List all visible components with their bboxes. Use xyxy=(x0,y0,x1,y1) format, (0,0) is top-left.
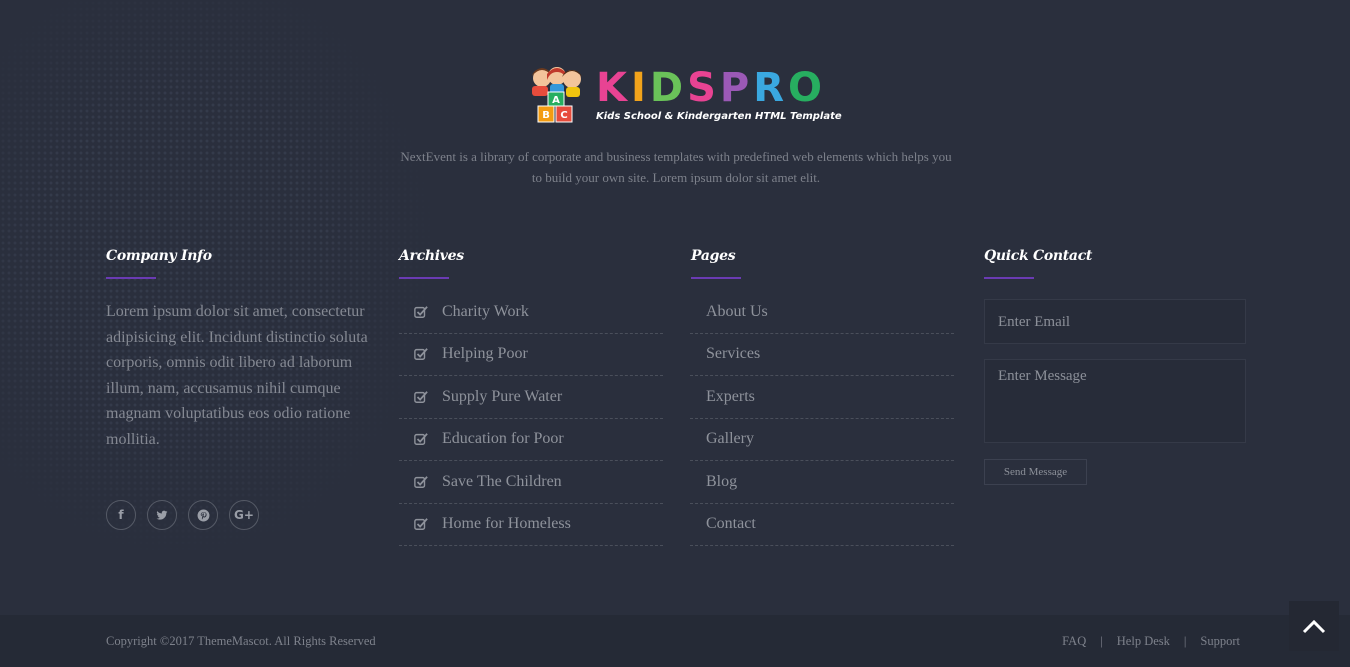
title-underline xyxy=(691,277,741,279)
archive-item-home-for-homeless[interactable]: Home for Homeless xyxy=(399,504,663,546)
svg-text:B: B xyxy=(542,110,550,121)
site-description: NextEvent is a library of corporate and … xyxy=(400,149,952,185)
brand-letter: P xyxy=(719,65,754,111)
support-link[interactable]: Support xyxy=(1200,634,1240,649)
scroll-to-top-button[interactable] xyxy=(1289,601,1339,651)
quick-contact-title: Quick Contact xyxy=(984,248,1093,264)
footer-bottom: Copyright ©2017 ThemeMascot. All Rights … xyxy=(0,615,1350,667)
archive-item-label: Charity Work xyxy=(442,302,529,320)
svg-text:C: C xyxy=(560,110,567,121)
page-link-about-us[interactable]: About Us xyxy=(690,291,954,334)
bottom-links: FAQ | Help Desk | Support xyxy=(1062,634,1240,649)
company-info-text: Lorem ipsum dolor sit amet, consectetur … xyxy=(106,303,368,448)
brand-letter: R xyxy=(753,65,789,111)
chevron-up-icon xyxy=(1302,619,1326,634)
twitter-icon[interactable] xyxy=(147,500,177,530)
help-desk-link[interactable]: Help Desk xyxy=(1117,634,1170,649)
archive-item-label: Save The Children xyxy=(442,472,562,490)
brand-letter: S xyxy=(687,65,720,111)
link-separator: | xyxy=(1100,634,1103,648)
title-underline xyxy=(984,277,1034,279)
brand-letter: D xyxy=(649,65,688,111)
faq-link[interactable]: FAQ xyxy=(1062,634,1086,649)
archive-item-save-the-children[interactable]: Save The Children xyxy=(399,461,663,504)
pinterest-icon[interactable] xyxy=(188,500,218,530)
svg-text:A: A xyxy=(552,95,560,106)
email-field[interactable]: Enter Email xyxy=(984,299,1246,344)
check-square-icon xyxy=(414,518,428,531)
link-separator: | xyxy=(1183,634,1187,648)
send-message-button[interactable]: Send Message xyxy=(984,459,1087,485)
page-link-experts[interactable]: Experts xyxy=(690,376,954,419)
archive-item-charity-work[interactable]: Charity Work xyxy=(399,291,663,334)
page-link-contact[interactable]: Contact xyxy=(690,504,954,546)
archive-item-helping-poor[interactable]: Helping Poor xyxy=(399,334,663,376)
archives-list: Charity Work Helping Poor Supply Pure Wa… xyxy=(399,291,663,546)
archive-item-label: Supply Pure Water xyxy=(442,387,563,405)
brand-name: KIDSPRO xyxy=(596,66,826,110)
google-plus-icon[interactable]: G+ xyxy=(229,500,259,530)
brand-tagline: Kids School & Kindergarten HTML Template xyxy=(596,111,842,122)
message-field[interactable]: Enter Message xyxy=(984,359,1246,443)
facebook-icon[interactable]: f xyxy=(106,500,136,530)
archives-title: Archives xyxy=(399,248,464,264)
archive-item-label: Education for Poor xyxy=(442,430,564,448)
archive-item-education-for-poor[interactable]: Education for Poor xyxy=(399,419,663,461)
check-square-icon xyxy=(414,305,428,318)
pages-list: About Us Services Experts Gallery Blog C… xyxy=(690,291,954,546)
pages-title: Pages xyxy=(691,248,736,264)
check-square-icon xyxy=(414,433,428,446)
company-info-title: Company Info xyxy=(106,248,212,264)
copyright-text: Copyright ©2017 ThemeMascot. All Rights … xyxy=(106,634,376,648)
page-link-gallery[interactable]: Gallery xyxy=(690,419,954,461)
page-link-blog[interactable]: Blog xyxy=(690,461,954,504)
check-square-icon xyxy=(414,390,428,403)
check-square-icon xyxy=(414,475,428,488)
archive-item-supply-pure-water[interactable]: Supply Pure Water xyxy=(399,376,663,419)
page-link-services[interactable]: Services xyxy=(690,334,954,376)
brand-letter: O xyxy=(788,65,827,111)
archive-item-label: Home for Homeless xyxy=(442,515,571,533)
footer-top: A B C KIDSPRO Kids School & Kindergarten… xyxy=(0,0,1350,615)
archive-item-label: Helping Poor xyxy=(442,345,528,363)
brand-letter: I xyxy=(631,65,650,111)
brand-letter: K xyxy=(596,65,631,111)
kids-mascot-icon: A B C xyxy=(532,67,582,123)
social-links: f G+ xyxy=(106,500,259,530)
check-square-icon xyxy=(414,348,428,361)
site-logo[interactable]: A B C KIDSPRO Kids School & Kindergarten… xyxy=(524,64,842,130)
title-underline xyxy=(399,277,449,279)
title-underline xyxy=(106,277,156,279)
